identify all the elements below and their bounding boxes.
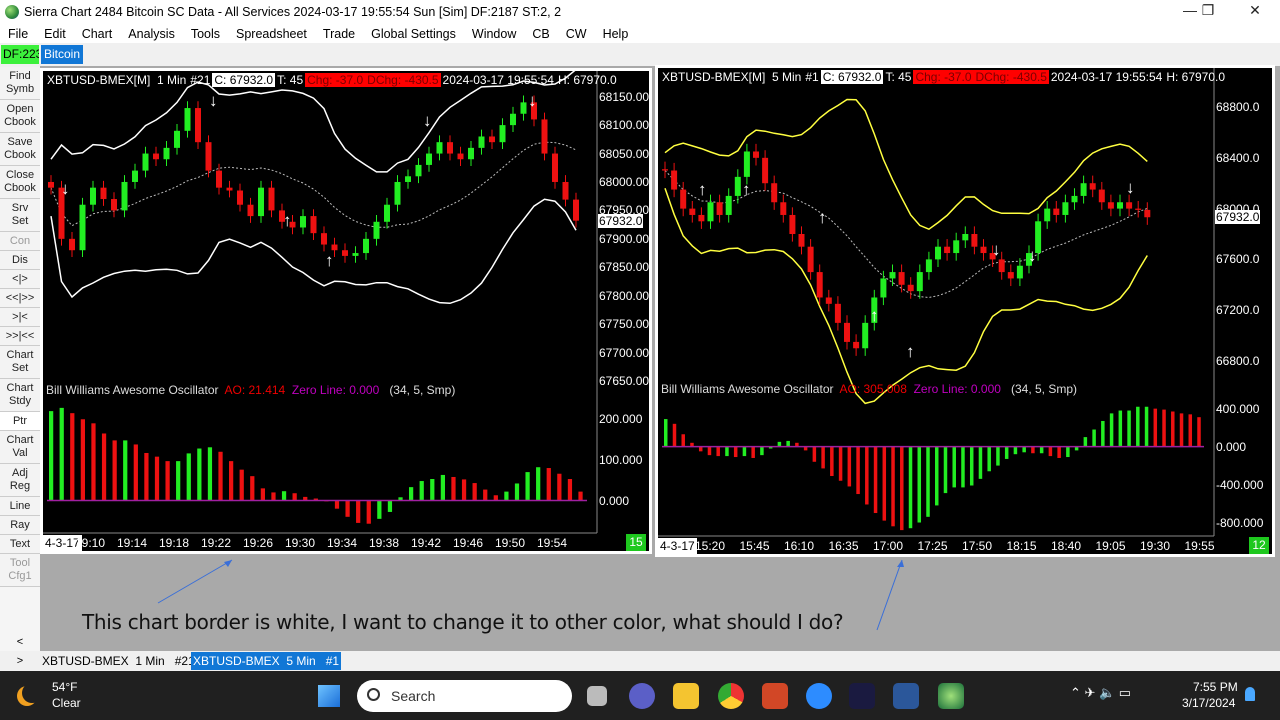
search-placeholder: Search	[391, 688, 436, 704]
scroll-right-button[interactable]: >	[0, 655, 40, 670]
webex-icon[interactable]	[849, 683, 875, 709]
chrome-icon[interactable]	[718, 683, 744, 709]
annotation-arrow-left	[157, 559, 233, 604]
clock-time: 7:55 PM	[1193, 680, 1238, 694]
annotation-question-text: This chart border is white, I want to ch…	[82, 610, 844, 634]
weather-temp: 54°F	[52, 680, 78, 694]
weather-condition: Clear	[52, 696, 81, 710]
arrowhead	[897, 560, 904, 567]
taskbar-search[interactable]: Search	[357, 680, 572, 712]
windows-start-icon[interactable]	[318, 685, 340, 707]
search-icon	[367, 688, 380, 701]
annotation-arrow-right	[876, 559, 903, 631]
powerpoint-icon[interactable]	[762, 683, 788, 709]
moon-weather-icon	[22, 683, 42, 703]
zoom-icon[interactable]	[806, 683, 832, 709]
chart-tab-5min[interactable]: XBTUSD-BMEX 5 Min #1	[191, 652, 342, 670]
clock-date: 3/17/2024	[1182, 696, 1236, 710]
file-explorer-icon[interactable]	[673, 683, 699, 709]
word-icon[interactable]	[893, 683, 919, 709]
tray-icons[interactable]: ⌃ ✈ 🔈 ▭	[1070, 685, 1131, 701]
sierra-chart-taskbar-icon[interactable]	[938, 683, 964, 709]
teams-icon[interactable]	[629, 683, 655, 709]
notification-bell-icon[interactable]	[1245, 687, 1255, 701]
task-view-icon[interactable]	[587, 686, 607, 706]
chart-tab-1min[interactable]: XBTUSD-BMEX 1 Min #21	[40, 652, 197, 670]
windows-taskbar: 54°F Clear Search ⌃ ✈ 🔈 ▭ 7:55 PM 3/17/2…	[0, 671, 1280, 720]
scroll-left-button[interactable]: <	[0, 636, 40, 651]
